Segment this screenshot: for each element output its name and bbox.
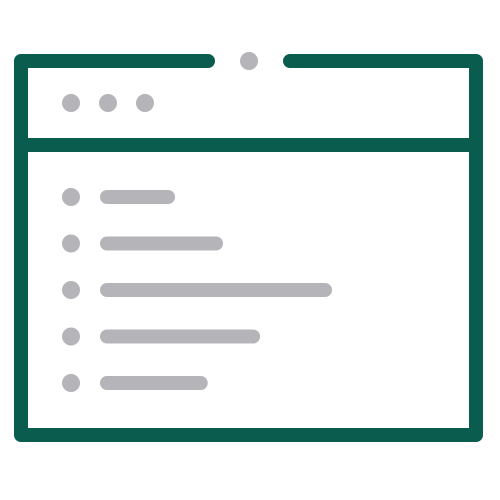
- list-bullet: [62, 327, 80, 346]
- camera-dot-icon: [240, 52, 258, 70]
- window-outline: [14, 54, 483, 442]
- content-list: [62, 188, 332, 392]
- icon-canvas: [0, 0, 500, 500]
- list-bullet: [62, 281, 80, 299]
- list-bullet: [62, 188, 80, 206]
- window-frame: [14, 54, 483, 442]
- window-control-dot-1: [62, 94, 80, 112]
- window-control-dot-3: [136, 94, 154, 112]
- list-bullet: [62, 374, 80, 392]
- list-bullet: [62, 234, 80, 253]
- window-control-dot-2: [99, 94, 117, 112]
- list-item: [62, 188, 176, 206]
- list-item: [62, 374, 208, 392]
- list-item: [62, 234, 223, 253]
- list-item: [62, 281, 332, 299]
- list-item: [62, 327, 261, 346]
- browser-window-list-icon: [14, 52, 483, 442]
- window-controls: [62, 94, 154, 112]
